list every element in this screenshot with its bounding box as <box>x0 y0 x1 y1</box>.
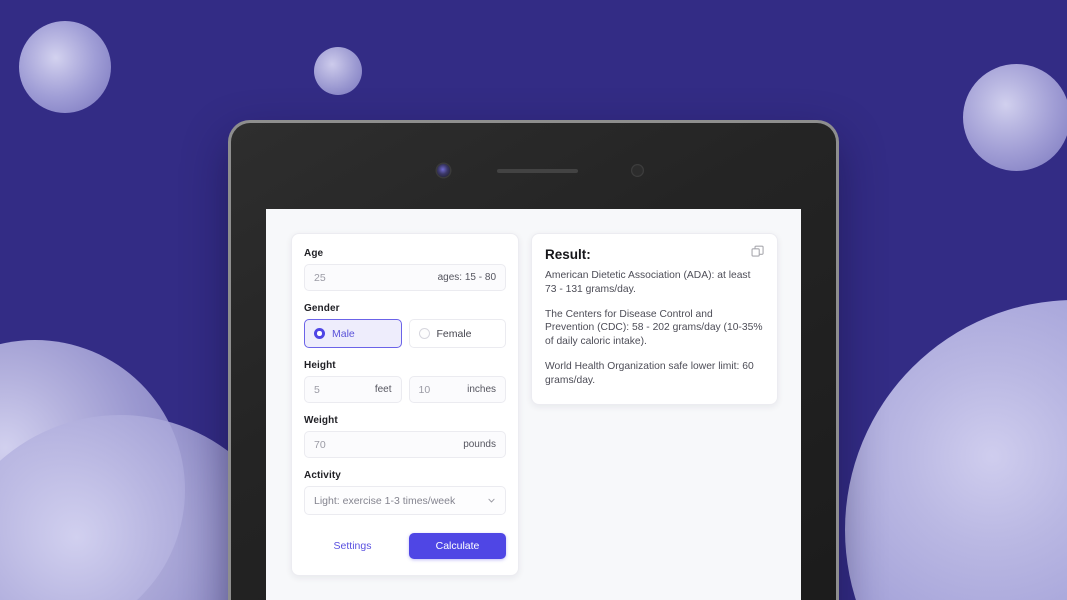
gender-option-female-label: Female <box>436 327 472 340</box>
height-inputs: 5 feet 10 inches <box>304 376 506 403</box>
speaker-grille <box>497 169 578 173</box>
gender-option-female[interactable]: Female <box>408 319 506 348</box>
result-paragraph-cdc: The Centers for Disease Control and Prev… <box>545 308 763 348</box>
tablet-bezel: Age 25 ages: 15 - 80 Gender Male Female … <box>231 123 836 600</box>
weight-input-value: 70 <box>314 438 326 451</box>
age-input-value: 25 <box>314 271 326 284</box>
activity-label: Activity <box>304 470 341 481</box>
age-hint: ages: 15 - 80 <box>437 272 496 283</box>
result-panel: Result: American Dietetic Association (A… <box>531 233 778 405</box>
result-paragraph-ada: American Dietetic Association (ADA): at … <box>545 270 751 295</box>
activity-select[interactable]: Light: exercise 1-3 times/week <box>304 486 506 515</box>
weight-field-group: Weight 70 pounds <box>304 415 506 458</box>
gender-option-male-label: Male <box>332 327 355 340</box>
result-title: Result: <box>545 247 591 262</box>
camera-icon <box>437 164 450 177</box>
activity-select-value: Light: exercise 1-3 times/week <box>314 494 456 507</box>
weight-input[interactable]: 70 pounds <box>304 431 506 458</box>
gender-label: Gender <box>304 303 340 314</box>
height-inches-value: 10 <box>418 383 431 396</box>
decorative-sphere-bottom-right <box>845 300 1067 600</box>
radio-icon-male <box>314 328 325 339</box>
age-input[interactable]: 25 ages: 15 - 80 <box>304 264 506 291</box>
sensor-icon <box>631 164 644 177</box>
calculate-button[interactable]: Calculate <box>409 533 506 559</box>
gender-option-male[interactable]: Male <box>304 319 402 348</box>
decorative-sphere-top-center <box>314 47 362 95</box>
copy-icon[interactable] <box>751 245 765 259</box>
height-feet-input[interactable]: 5 feet <box>304 376 402 403</box>
height-feet-value: 5 <box>314 383 320 396</box>
height-feet-unit: feet <box>374 384 392 395</box>
tablet-device: Age 25 ages: 15 - 80 Gender Male Female … <box>228 120 839 600</box>
decorative-sphere-top-left <box>19 21 111 113</box>
gender-radio-group: Male Female <box>304 319 506 348</box>
chevron-down-icon <box>488 498 495 503</box>
app-content: Age 25 ages: 15 - 80 Gender Male Female … <box>266 209 801 576</box>
height-inches-input[interactable]: 10 inches <box>408 376 506 403</box>
protein-calculator-form: Age 25 ages: 15 - 80 Gender Male Female … <box>291 233 519 576</box>
form-actions: Settings Calculate <box>304 533 506 559</box>
decorative-sphere-top-right <box>963 64 1067 171</box>
gender-field-group: Gender Male Female <box>304 303 506 348</box>
tablet-screen: Age 25 ages: 15 - 80 Gender Male Female … <box>266 209 801 600</box>
weight-label: Weight <box>304 415 338 426</box>
age-label: Age <box>304 248 324 259</box>
activity-field-group: Activity Light: exercise 1-3 times/week <box>304 470 506 515</box>
weight-unit: pounds <box>463 439 496 450</box>
result-paragraph-who: World Health Organization safe lower lim… <box>545 360 754 386</box>
height-field-group: Height 5 feet 10 inches <box>304 360 506 403</box>
height-inches-unit: inches <box>467 384 496 395</box>
settings-button[interactable]: Settings <box>304 534 401 558</box>
height-label: Height <box>304 360 336 371</box>
age-field-group: Age 25 ages: 15 - 80 <box>304 248 506 291</box>
tablet-top-bezel <box>231 123 836 209</box>
radio-icon-female <box>418 328 430 339</box>
